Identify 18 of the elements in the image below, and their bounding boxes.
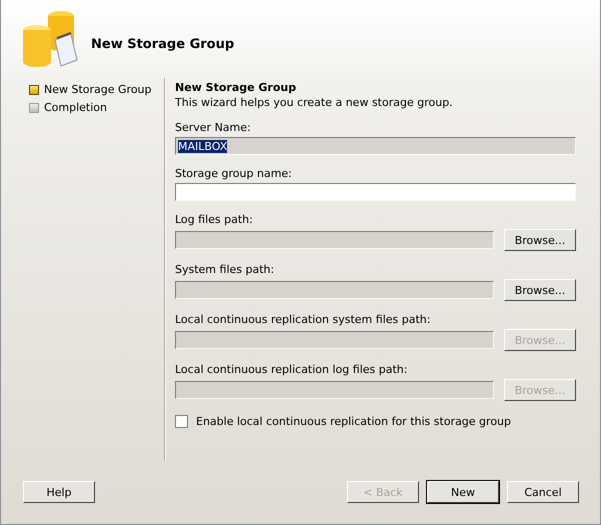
dialog-button[interactable]: Cancel [507,481,579,503]
step-label[interactable]: New Storage Group [44,83,152,96]
wizard-title: New Storage Group [91,36,234,52]
field-label: Local continuous replication system files path: [175,313,432,326]
field-label: Local continuous replication log files path: [175,363,408,376]
text-field[interactable] [175,183,576,201]
page-title: New Storage Group [175,81,298,94]
field-label: System files path: [175,263,276,276]
checkbox[interactable] [175,415,188,428]
page-description: This wizard helps you create a new storage group. [175,96,454,109]
field-label: Storage group name: [175,167,293,180]
field-value: MAILBOX [178,140,228,152]
field-label: Server Name: [175,121,252,134]
dialog-button[interactable]: Help [23,481,95,503]
step-label[interactable]: Completion [44,101,108,114]
dialog-button[interactable]: New [427,481,499,503]
checkbox-label[interactable]: Enable local continuous replication for this storage group [196,415,512,428]
field-label: Log files path: [175,213,254,226]
